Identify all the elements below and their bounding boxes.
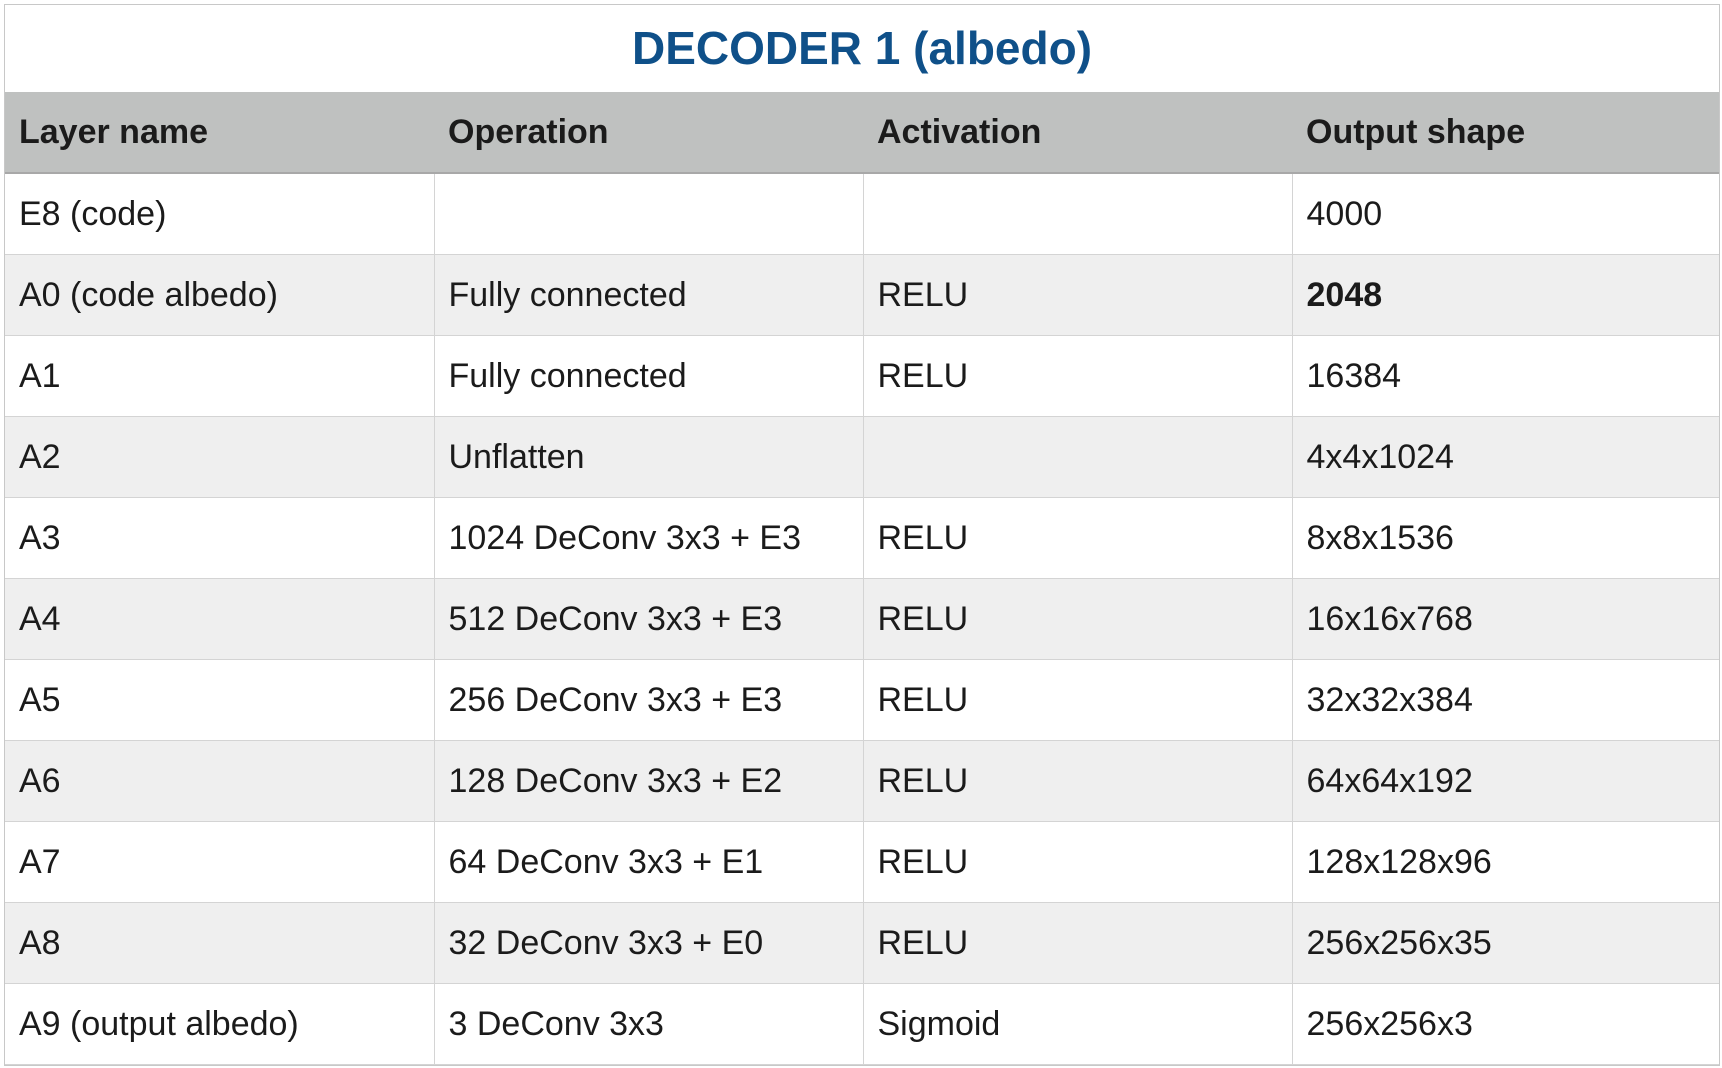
cell-operation: 3 DeConv 3x3 (434, 983, 864, 1065)
cell-activation: RELU (863, 659, 1293, 741)
header-activation: Activation (863, 92, 1292, 174)
table-body: E8 (code) 4000 A0 (code albedo) Fully co… (5, 173, 1719, 1065)
cell-output-shape: 4x4x1024 (1292, 416, 1719, 498)
cell-layer-name: A1 (5, 335, 435, 417)
cell-output-shape: 256x256x35 (1292, 902, 1719, 984)
header-operation: Operation (434, 92, 863, 174)
cell-activation: RELU (863, 578, 1293, 660)
cell-layer-name: E8 (code) (5, 173, 435, 255)
cell-layer-name: A3 (5, 497, 435, 579)
table-title: DECODER 1 (albedo) (631, 22, 1093, 74)
table-container: DECODER 1 (albedo) Layer name Operation … (4, 4, 1720, 1066)
cell-activation: RELU (863, 902, 1293, 984)
cell-operation: Fully connected (434, 254, 864, 336)
cell-layer-name: A5 (5, 659, 435, 741)
cell-layer-name: A9 (output albedo) (5, 983, 435, 1065)
cell-operation: 32 DeConv 3x3 + E0 (434, 902, 864, 984)
cell-activation: RELU (863, 254, 1293, 336)
cell-output-shape: 2048 (1292, 254, 1719, 336)
cell-operation: Fully connected (434, 335, 864, 417)
cell-layer-name: A0 (code albedo) (5, 254, 435, 336)
table-row: A1 Fully connected RELU 16384 (5, 335, 1719, 417)
cell-layer-name: A8 (5, 902, 435, 984)
cell-activation (863, 173, 1293, 255)
cell-activation: RELU (863, 740, 1293, 822)
cell-operation (434, 173, 864, 255)
cell-operation: Unflatten (434, 416, 864, 498)
table-header: Layer name Operation Activation Output s… (5, 92, 1719, 174)
cell-output-shape: 8x8x1536 (1292, 497, 1719, 579)
cell-activation: Sigmoid (863, 983, 1293, 1065)
cell-layer-name: A7 (5, 821, 435, 903)
header-row: Layer name Operation Activation Output s… (5, 92, 1719, 174)
table-row: A4 512 DeConv 3x3 + E3 RELU 16x16x768 (5, 578, 1719, 660)
table-row: A8 32 DeConv 3x3 + E0 RELU 256x256x35 (5, 902, 1719, 984)
cell-layer-name: A2 (5, 416, 435, 498)
cell-operation: 128 DeConv 3x3 + E2 (434, 740, 864, 822)
table-row: E8 (code) 4000 (5, 173, 1719, 255)
cell-operation: 64 DeConv 3x3 + E1 (434, 821, 864, 903)
cell-output-shape: 64x64x192 (1292, 740, 1719, 822)
cell-operation: 1024 DeConv 3x3 + E3 (434, 497, 864, 579)
cell-output-shape: 16x16x768 (1292, 578, 1719, 660)
cell-layer-name: A4 (5, 578, 435, 660)
cell-operation: 256 DeConv 3x3 + E3 (434, 659, 864, 741)
table-row: A7 64 DeConv 3x3 + E1 RELU 128x128x96 (5, 821, 1719, 903)
cell-operation: 512 DeConv 3x3 + E3 (434, 578, 864, 660)
cell-activation: RELU (863, 335, 1293, 417)
cell-activation: RELU (863, 497, 1293, 579)
header-output-shape: Output shape (1292, 92, 1719, 174)
cell-output-shape: 256x256x3 (1292, 983, 1719, 1065)
table-row: A3 1024 DeConv 3x3 + E3 RELU 8x8x1536 (5, 497, 1719, 579)
table-row: A6 128 DeConv 3x3 + E2 RELU 64x64x192 (5, 740, 1719, 822)
table-row: A0 (code albedo) Fully connected RELU 20… (5, 254, 1719, 336)
cell-output-shape: 32x32x384 (1292, 659, 1719, 741)
table-row: A9 (output albedo) 3 DeConv 3x3 Sigmoid … (5, 983, 1719, 1065)
cell-activation: RELU (863, 821, 1293, 903)
decoder-table: Layer name Operation Activation Output s… (5, 92, 1719, 1065)
table-row: A5 256 DeConv 3x3 + E3 RELU 32x32x384 (5, 659, 1719, 741)
cell-output-shape: 128x128x96 (1292, 821, 1719, 903)
header-layer-name: Layer name (5, 92, 434, 174)
cell-output-shape: 16384 (1292, 335, 1719, 417)
cell-output-shape: 4000 (1292, 173, 1719, 255)
table-row: A2 Unflatten 4x4x1024 (5, 416, 1719, 498)
cell-activation (863, 416, 1293, 498)
cell-layer-name: A6 (5, 740, 435, 822)
